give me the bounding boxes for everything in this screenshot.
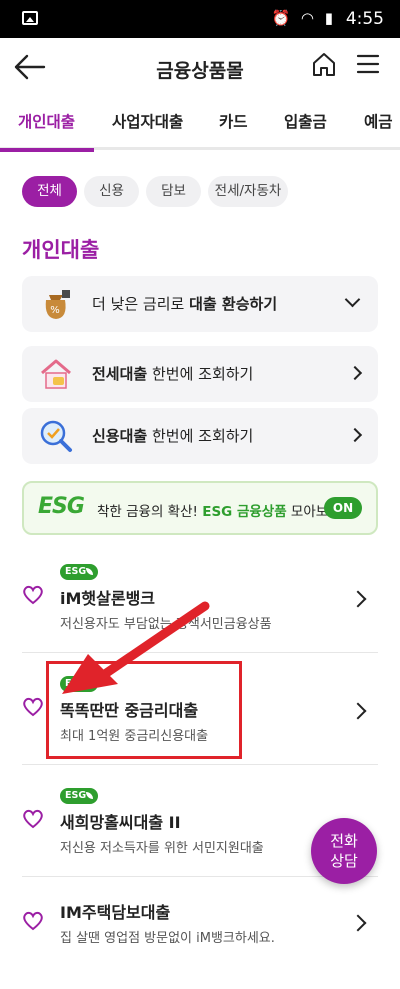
chevron-down-icon[interactable] bbox=[344, 291, 361, 308]
tab-savings[interactable]: 예금 bbox=[364, 110, 393, 132]
chevron-right-icon[interactable] bbox=[347, 427, 363, 443]
esg-badge: ESG bbox=[60, 564, 98, 580]
chevron-right-icon[interactable] bbox=[349, 702, 367, 720]
section-title: 개인대출 bbox=[22, 238, 100, 262]
status-icons: ⏰ ◠ ▮ bbox=[271, 9, 336, 27]
esg-banner[interactable]: ESG 착한 금융의 확산! ESG 금융상품 모아보기 ON bbox=[22, 481, 378, 535]
home-icon[interactable] bbox=[310, 50, 338, 78]
gallery-icon bbox=[22, 11, 38, 25]
tab-deposit-withdrawal[interactable]: 입출금 bbox=[284, 110, 327, 132]
esg-badge: ESG bbox=[60, 788, 98, 804]
chevron-right-icon[interactable] bbox=[349, 914, 367, 932]
tab-card[interactable]: 카드 bbox=[219, 110, 248, 132]
credit-loan-text: 신용대출 한번에 조회하기 bbox=[92, 427, 254, 445]
page-title: 금융상품몰 bbox=[156, 60, 244, 82]
jeonse-loan-text: 전세대출 한번에 조회하기 bbox=[92, 365, 254, 383]
chip-collateral[interactable]: 담보 bbox=[146, 176, 201, 207]
magnifier-icon bbox=[40, 420, 72, 452]
heart-icon[interactable] bbox=[22, 911, 44, 931]
esg-toggle[interactable]: ON bbox=[324, 497, 362, 519]
product-name: 새희망홀씨대출 II bbox=[60, 813, 181, 832]
svg-text:%: % bbox=[50, 305, 60, 316]
chevron-right-icon[interactable] bbox=[347, 365, 363, 381]
money-bag-icon: % bbox=[45, 290, 70, 319]
chip-all[interactable]: 전체 bbox=[22, 176, 77, 207]
refinance-text: 더 낮은 금리로 대출 환승하기 bbox=[92, 295, 278, 313]
chip-jeonse-auto[interactable]: 전세/자동차 bbox=[208, 176, 288, 207]
product-description: 집 살땐 영업점 방문없이 iM뱅크하세요. bbox=[60, 931, 275, 946]
esg-banner-text: 착한 금융의 확산! ESG 금융상품 모아보기 bbox=[97, 504, 341, 520]
tab-business-loan[interactable]: 사업자대출 bbox=[112, 110, 183, 132]
tab-personal-loan[interactable]: 개인대출 bbox=[18, 110, 75, 132]
app-header: 금융상품몰 bbox=[0, 38, 400, 96]
product-item[interactable]: IM주택담보대출 집 살땐 영업점 방문없이 iM뱅크하세요. bbox=[0, 877, 400, 989]
jeonse-loan-card[interactable]: 전세대출 한번에 조회하기 bbox=[22, 346, 378, 402]
credit-loan-card[interactable]: 신용대출 한번에 조회하기 bbox=[22, 408, 378, 464]
house-icon bbox=[41, 359, 71, 389]
chip-credit[interactable]: 신용 bbox=[84, 176, 139, 207]
chevron-right-icon[interactable] bbox=[349, 590, 367, 608]
active-tab-indicator bbox=[0, 148, 94, 152]
phone-consult-button[interactable]: 전화 상담 bbox=[311, 818, 377, 884]
category-tabs: 개인대출 사업자대출 카드 입출금 예금 bbox=[0, 96, 400, 150]
fab-line-1: 전화 bbox=[330, 832, 358, 850]
product-name: IM주택담보대출 bbox=[60, 903, 171, 922]
heart-icon[interactable] bbox=[22, 809, 44, 829]
product-description: 저신용 저소득자를 위한 서민지원대출 bbox=[60, 841, 264, 856]
status-bar: ⏰ ◠ ▮ 4:55 bbox=[0, 0, 400, 38]
fab-line-2: 상담 bbox=[330, 852, 358, 870]
menu-icon[interactable] bbox=[354, 50, 382, 78]
esg-logo: ESG bbox=[38, 494, 85, 519]
refinance-card[interactable]: % 더 낮은 금리로 대출 환승하기 bbox=[22, 276, 378, 332]
annotation-arrow-icon bbox=[62, 601, 210, 694]
status-time: 4:55 bbox=[345, 9, 384, 29]
